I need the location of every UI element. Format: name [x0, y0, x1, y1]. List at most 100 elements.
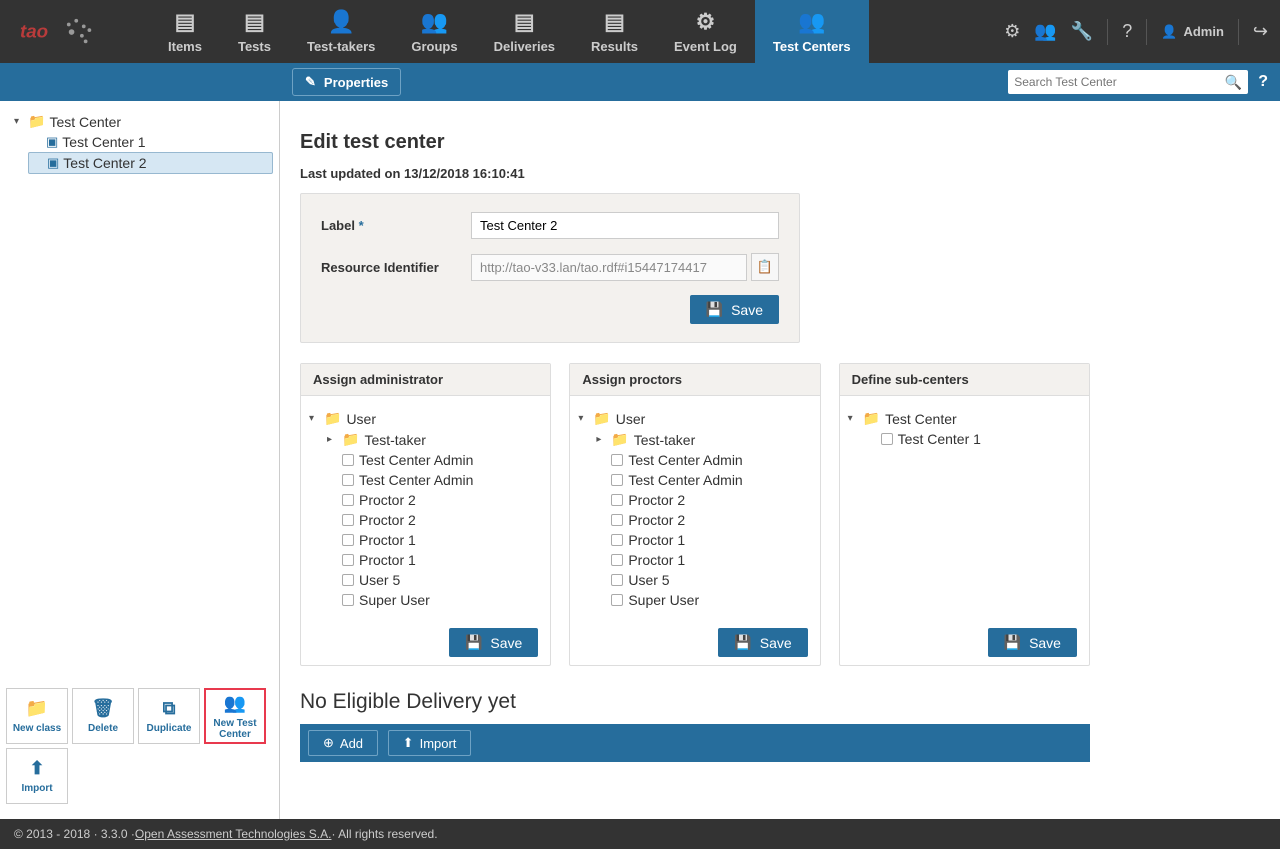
- tree-label: Test Center 2: [63, 155, 146, 171]
- copyright: © 2013 - 2018 · 3.3.0 ·: [14, 827, 135, 841]
- toolbar-left: ✎ Properties: [292, 68, 401, 96]
- checkbox[interactable]: [342, 574, 354, 586]
- nav-item-items[interactable]: ▤Items: [150, 0, 220, 63]
- tree-item-selected[interactable]: ▣ Test Center 2: [28, 152, 273, 174]
- separator: [1107, 19, 1108, 45]
- import-delivery-button[interactable]: ⬆Import: [388, 730, 472, 756]
- tree-leaf[interactable]: Proctor 2: [596, 510, 811, 530]
- tree-node-user[interactable]: ▾📁User: [578, 408, 811, 429]
- node-label: User: [346, 411, 376, 427]
- save-admin-button[interactable]: 💾Save: [449, 628, 538, 657]
- checkbox[interactable]: [342, 534, 354, 546]
- logo[interactable]: tao: [0, 0, 150, 63]
- settings-icon[interactable]: ⚙: [1004, 21, 1020, 42]
- label-input[interactable]: [471, 212, 779, 239]
- deliveries-icon: ▤: [514, 9, 535, 35]
- tree-node-test-taker[interactable]: ▸📁Test-taker: [327, 429, 542, 450]
- nav-item-deliveries[interactable]: ▤Deliveries: [476, 0, 573, 63]
- tree-leaf[interactable]: Proctor 2: [596, 490, 811, 510]
- nav-item-results[interactable]: ▤Results: [573, 0, 656, 63]
- save-subcenters-button[interactable]: 💾Save: [988, 628, 1077, 657]
- tree-leaf[interactable]: Proctor 1: [596, 550, 811, 570]
- search-icon[interactable]: 🔍: [1225, 74, 1242, 91]
- tree-item[interactable]: ▣ Test Center 1: [28, 132, 273, 152]
- edit-form: Label * Resource Identifier 📋 💾Save: [300, 193, 800, 343]
- tree-node-tc[interactable]: ▾📁Test Center: [848, 408, 1081, 429]
- resource-input: [471, 254, 747, 281]
- tree-leaf[interactable]: Test Center Admin: [596, 450, 811, 470]
- delete-button[interactable]: 🗑Delete: [72, 688, 134, 744]
- person-icon: 👤: [1161, 24, 1177, 40]
- form-row-resource: Resource Identifier 📋: [321, 253, 779, 281]
- new-class-button[interactable]: 📁New class: [6, 688, 68, 744]
- add-delivery-button[interactable]: ⊕Add: [308, 730, 378, 756]
- tools-icon[interactable]: 🔧: [1071, 21, 1093, 42]
- checkbox[interactable]: [611, 454, 623, 466]
- tree-leaf[interactable]: Proctor 1: [327, 550, 542, 570]
- tree-leaf[interactable]: Proctor 2: [327, 490, 542, 510]
- checkbox[interactable]: [342, 474, 354, 486]
- resource-field-label: Resource Identifier: [321, 260, 471, 275]
- copy-resource-button[interactable]: 📋: [751, 253, 779, 281]
- assign-admin-panel: Assign administrator ▾📁User ▸📁Test-taker…: [300, 363, 551, 666]
- nav-item-test-centers[interactable]: 👥Test Centers: [755, 0, 869, 63]
- checkbox[interactable]: [611, 494, 623, 506]
- tree-node-test-taker[interactable]: ▸📁Test-taker: [596, 429, 811, 450]
- checkbox[interactable]: [342, 454, 354, 466]
- save-button[interactable]: 💾Save: [690, 295, 779, 324]
- users-icon[interactable]: 👥: [1034, 21, 1056, 42]
- folder-plus-icon: 📁: [26, 698, 48, 719]
- separator: [1238, 19, 1239, 45]
- checkbox[interactable]: [611, 514, 623, 526]
- checkbox[interactable]: [611, 474, 623, 486]
- logout-icon[interactable]: ↪: [1253, 21, 1268, 42]
- properties-button[interactable]: ✎ Properties: [292, 68, 401, 96]
- tree-leaf[interactable]: Super User: [327, 590, 542, 610]
- search-input[interactable]: [1014, 75, 1225, 89]
- nav-item-tests[interactable]: ▤Tests: [220, 0, 289, 63]
- leaf-label: Super User: [628, 592, 699, 608]
- tree-leaf[interactable]: Test Center Admin: [327, 450, 542, 470]
- save-proctors-button[interactable]: 💾Save: [718, 628, 807, 657]
- tree-leaf[interactable]: User 5: [596, 570, 811, 590]
- tree-root[interactable]: ▾ 📁 Test Center: [10, 111, 273, 132]
- trash-icon: 🗑: [92, 698, 115, 719]
- checkbox[interactable]: [342, 494, 354, 506]
- tree-leaf[interactable]: Proctor 1: [596, 530, 811, 550]
- checkbox[interactable]: [611, 534, 623, 546]
- side-btn-label: New Test Center: [206, 718, 264, 740]
- eligible-toolbar: ⊕Add ⬆Import: [300, 724, 1090, 762]
- nav-item-event-log[interactable]: ⚙Event Log: [656, 0, 755, 63]
- panel-header: Assign proctors: [570, 364, 819, 396]
- toolbar: ✎ Properties 🔍 ?: [0, 63, 1280, 101]
- checkbox[interactable]: [342, 554, 354, 566]
- tree-leaf[interactable]: User 5: [327, 570, 542, 590]
- admin-menu[interactable]: 👤Admin: [1161, 24, 1224, 40]
- tree-leaf[interactable]: Proctor 1: [327, 530, 542, 550]
- checkbox[interactable]: [342, 594, 354, 606]
- properties-label: Properties: [324, 75, 388, 90]
- checkbox[interactable]: [881, 433, 893, 445]
- tree-node-user[interactable]: ▾📁User: [309, 408, 542, 429]
- checkbox[interactable]: [611, 594, 623, 606]
- duplicate-button[interactable]: ⧉Duplicate: [138, 688, 200, 744]
- tree-leaf[interactable]: Super User: [596, 590, 811, 610]
- help-icon[interactable]: ?: [1122, 21, 1132, 42]
- tree-label: Test Center: [49, 114, 121, 130]
- nav-item-test-takers[interactable]: 👤Test-takers: [289, 0, 393, 63]
- define-subcenters-panel: Define sub-centers ▾📁Test Center Test Ce…: [839, 363, 1090, 666]
- checkbox[interactable]: [342, 514, 354, 526]
- panel-footer: 💾Save: [570, 620, 819, 665]
- tree-leaf[interactable]: Proctor 2: [327, 510, 542, 530]
- checkbox[interactable]: [611, 574, 623, 586]
- checkbox[interactable]: [611, 554, 623, 566]
- tree-leaf[interactable]: Test Center Admin: [327, 470, 542, 490]
- import-button[interactable]: ⬆Import: [6, 748, 68, 804]
- company-link[interactable]: Open Assessment Technologies S.A.: [135, 827, 332, 841]
- search-help-icon[interactable]: ?: [1258, 73, 1268, 91]
- tree-leaf[interactable]: Test Center Admin: [596, 470, 811, 490]
- tree-leaf[interactable]: Test Center 1: [866, 429, 1081, 449]
- nav-item-groups[interactable]: 👥Groups: [393, 0, 475, 63]
- leaf-label: Proctor 1: [359, 532, 416, 548]
- new-test-center-button[interactable]: 👥New Test Center: [204, 688, 266, 744]
